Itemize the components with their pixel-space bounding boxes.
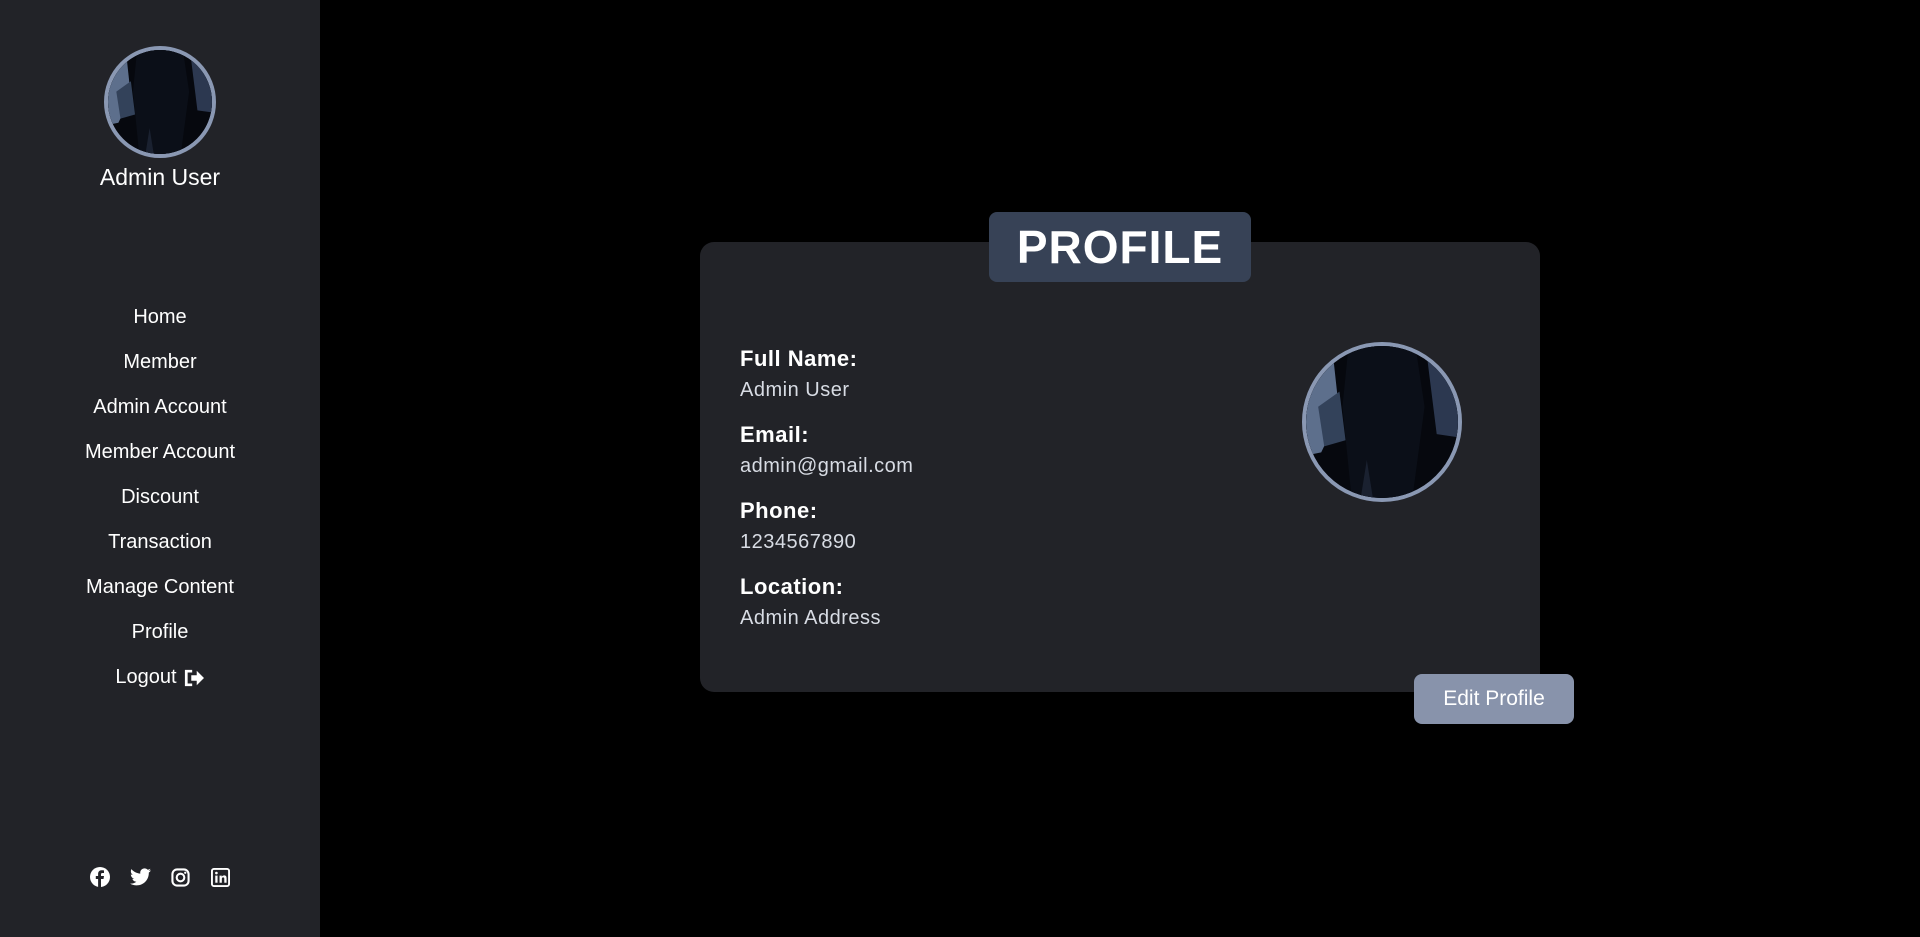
twitter-icon[interactable] (129, 866, 151, 888)
profile-avatar (1302, 342, 1462, 502)
sidebar-item-label: Member (123, 351, 197, 373)
sidebar-item-label: Member Account (84, 441, 236, 463)
field-location: Location: Admin Address (740, 574, 913, 630)
facebook-icon[interactable] (89, 866, 111, 888)
sidebar-item-member-account[interactable]: Member Account (85, 430, 235, 475)
sidebar-item-transaction[interactable]: Transaction (108, 520, 212, 565)
profile-fields: Full Name: Admin User Email: admin@gmail… (740, 346, 913, 650)
sidebar-item-label: Logout (115, 666, 177, 688)
field-email: Email: admin@gmail.com (740, 422, 913, 478)
avatar-image (1306, 346, 1458, 498)
field-value: Admin User (740, 379, 850, 401)
sidebar-item-home[interactable]: Home (133, 295, 186, 340)
avatar[interactable] (104, 46, 216, 158)
edit-profile-button[interactable]: Edit Profile (1414, 674, 1574, 724)
sidebar-user-name: Admin User (99, 164, 221, 190)
field-label: Phone: (740, 498, 818, 523)
linkedin-icon[interactable] (209, 866, 231, 888)
field-value: Admin Address (740, 607, 882, 629)
sidebar-item-discount[interactable]: Discount (121, 475, 199, 520)
sidebar-item-label: Manage Content (86, 576, 234, 598)
sidebar-item-member[interactable]: Member (123, 340, 196, 385)
sidebar-item-logout[interactable]: Logout (115, 655, 204, 700)
field-label: Full Name: (740, 346, 858, 371)
page-title: PROFILE (989, 212, 1251, 282)
sidebar-item-admin-account[interactable]: Admin Account (93, 385, 226, 430)
avatar-image (108, 50, 212, 154)
social-links (0, 866, 320, 888)
sidebar-item-profile[interactable]: Profile (132, 610, 189, 655)
field-full-name: Full Name: Admin User (740, 346, 913, 402)
field-phone: Phone: 1234567890 (740, 498, 913, 554)
sidebar-item-manage-content[interactable]: Manage Content (86, 565, 234, 610)
field-value: admin@gmail.com (740, 455, 914, 477)
sidebar-item-label: Admin Account (93, 396, 227, 418)
sidebar-nav: Home Member Admin Account Member Account… (85, 295, 235, 700)
sign-out-icon (184, 669, 204, 686)
sidebar-item-label: Profile (131, 621, 189, 643)
sidebar: Admin User Home Member Admin Account Mem… (0, 0, 320, 937)
field-label: Email: (740, 422, 810, 447)
sidebar-item-label: Discount (121, 486, 199, 508)
field-label: Location: (740, 574, 844, 599)
field-value: 1234567890 (740, 531, 857, 553)
sidebar-item-label: Home (133, 306, 187, 328)
instagram-icon[interactable] (169, 866, 191, 888)
sidebar-item-label: Transaction (108, 531, 212, 553)
